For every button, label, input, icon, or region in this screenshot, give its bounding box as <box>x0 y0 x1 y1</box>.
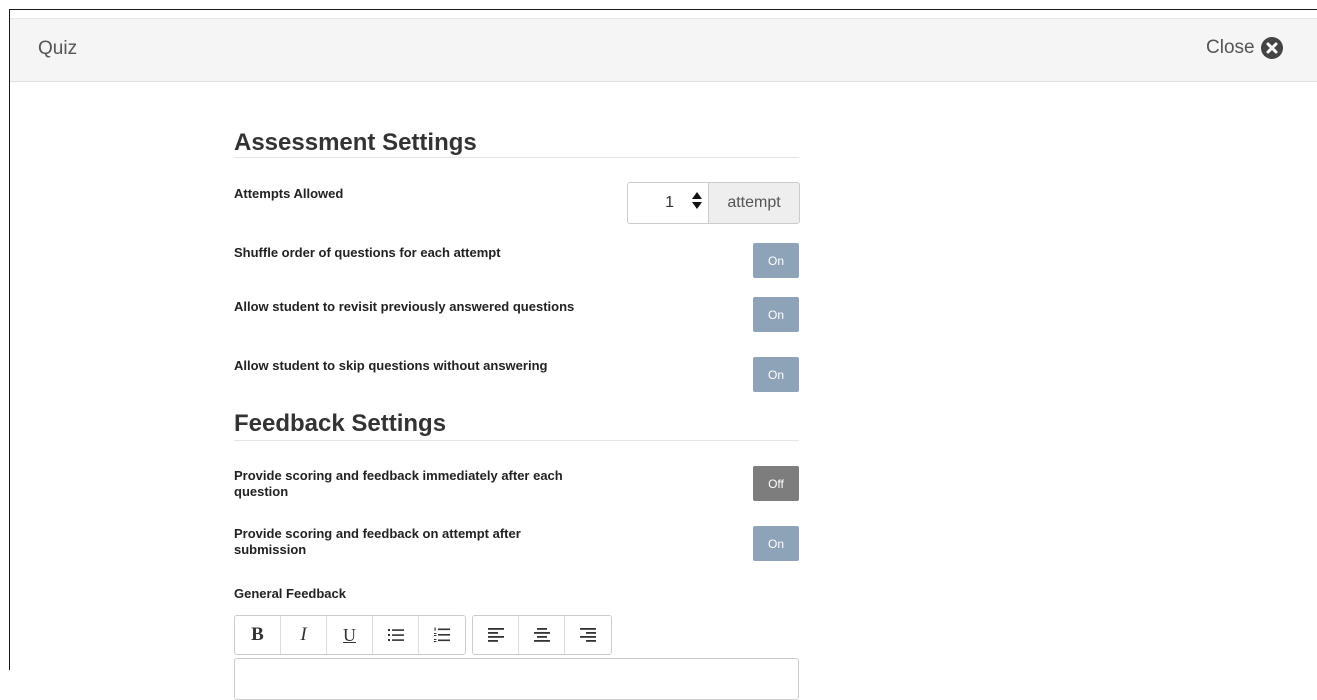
editor-toolbar: B I U <box>234 615 612 655</box>
align-right-icon <box>580 628 596 642</box>
decrement-arrow-icon[interactable] <box>692 202 702 209</box>
general-feedback-label: General Feedback <box>234 586 346 601</box>
section-divider <box>234 440 799 441</box>
attempts-input[interactable]: 1 <box>627 182 708 224</box>
align-right-button[interactable] <box>565 616 611 654</box>
quiz-modal: Quiz Close Assessment Settings Attempts … <box>9 9 1317 700</box>
assessment-settings-heading: Assessment Settings <box>234 129 477 156</box>
unordered-list-icon <box>387 629 404 641</box>
modal-title: Quiz <box>38 38 78 59</box>
shuffle-questions-toggle[interactable]: On <box>753 243 799 278</box>
general-feedback-editor[interactable] <box>234 658 799 700</box>
feedback-settings-heading: Feedback Settings <box>234 410 447 437</box>
align-left-button[interactable] <box>473 616 519 654</box>
unordered-list-button[interactable] <box>373 616 419 654</box>
increment-arrow-icon[interactable] <box>692 192 702 199</box>
ordered-list-icon <box>434 627 450 642</box>
align-button-group <box>472 615 612 655</box>
attempts-stepper: 1 attempt <box>627 182 800 224</box>
immediate-feedback-toggle[interactable]: Off <box>753 466 799 501</box>
shuffle-questions-label: Shuffle order of questions for each atte… <box>234 245 501 260</box>
align-center-button[interactable] <box>519 616 565 654</box>
revisit-questions-label: Allow student to revisit previously answ… <box>234 299 575 314</box>
attempts-unit: attempt <box>708 182 800 224</box>
revisit-questions-toggle[interactable]: On <box>753 297 799 332</box>
submission-feedback-label: Provide scoring and feedback on attempt … <box>234 526 521 557</box>
attempts-allowed-label: Attempts Allowed <box>234 186 344 201</box>
format-button-group: B I U <box>234 615 466 655</box>
close-icon <box>1260 37 1283 59</box>
underline-button[interactable]: U <box>327 616 373 654</box>
skip-questions-label: Allow student to skip questions without … <box>234 358 548 373</box>
align-left-icon <box>487 628 504 642</box>
close-button[interactable]: Close <box>1206 37 1283 59</box>
align-center-icon <box>533 628 550 642</box>
italic-button[interactable]: I <box>281 616 327 654</box>
attempts-value: 1 <box>665 194 674 211</box>
close-label: Close <box>1206 37 1255 58</box>
skip-questions-toggle[interactable]: On <box>753 357 799 392</box>
section-divider <box>234 157 799 158</box>
bold-button[interactable]: B <box>235 616 281 654</box>
immediate-feedback-label: Provide scoring and feedback immediately… <box>234 468 563 499</box>
modal-header: Quiz Close <box>10 18 1317 82</box>
ordered-list-button[interactable] <box>419 616 465 654</box>
submission-feedback-toggle[interactable]: On <box>753 526 799 561</box>
